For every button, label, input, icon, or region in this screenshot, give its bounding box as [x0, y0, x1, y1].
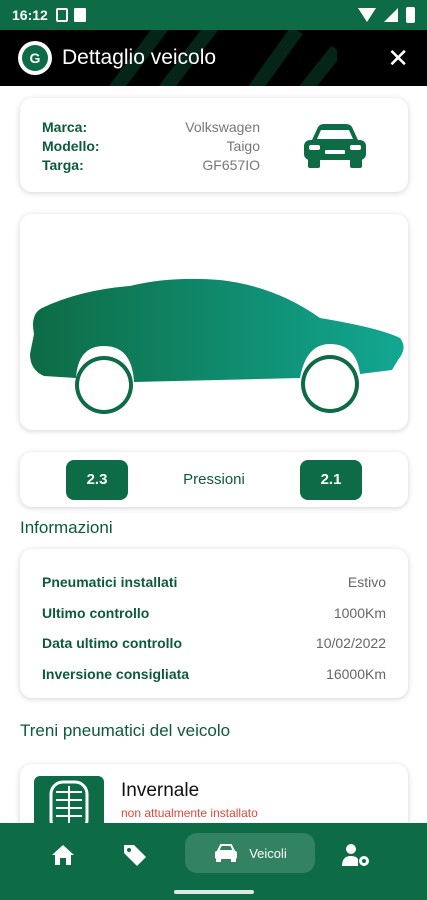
model-label: Modello:	[42, 138, 100, 154]
info-row-suggested-rotation: Inversione consigliata 16000Km	[42, 659, 386, 690]
tire-set-name: Invernale	[121, 780, 200, 801]
brand-label: Marca:	[42, 119, 88, 135]
tag-icon	[124, 845, 146, 866]
nav-account-settings[interactable]	[340, 835, 372, 875]
car-icon	[215, 844, 238, 862]
info-key: Pneumatici installati	[42, 574, 178, 591]
pressure-card: 2.3 Pressioni 2.1	[20, 452, 408, 507]
info-key: Data ultimo controllo	[42, 635, 182, 652]
vehicle-row-brand: Marca: Volkswagen	[42, 118, 260, 137]
nav-vehicles[interactable]: Veicoli	[185, 833, 315, 873]
info-value: 10/02/2022	[315, 635, 386, 652]
wifi-icon	[358, 8, 376, 22]
info-key: Inversione consigliata	[42, 665, 190, 682]
rear-pressure-badge: 2.1	[300, 459, 362, 500]
pressure-label: Pressioni	[183, 471, 245, 488]
tire-sets-section-title: Treni pneumatici del veicolo	[20, 721, 231, 740]
plate-value: GF657IO	[202, 157, 260, 173]
info-card: Pneumatici installati Estivo Ultimo cont…	[20, 549, 408, 698]
close-button[interactable]: ✕	[387, 45, 409, 71]
info-row-last-check-date: Data ultimo controllo 10/02/2022	[42, 628, 386, 659]
sd-card-icon	[73, 8, 86, 22]
car-front-icon	[304, 124, 366, 168]
app-logo: G	[18, 41, 52, 75]
page-title: Dettaglio veicolo	[62, 46, 217, 69]
nav-offers[interactable]	[120, 835, 150, 875]
status-time: 16:12	[12, 7, 48, 23]
vehicle-image-card	[20, 214, 408, 430]
logo-letter: G	[22, 45, 48, 71]
info-key: Ultimo controllo	[42, 604, 150, 621]
bottom-navigation: Veicoli	[0, 823, 427, 900]
shield-icon	[55, 8, 68, 22]
car-silhouette-image	[30, 278, 404, 414]
model-value: Taigo	[226, 138, 260, 154]
vehicle-row-model: Modello: Taigo	[42, 137, 260, 156]
info-row-last-check: Ultimo controllo 1000Km	[42, 598, 386, 629]
plate-label: Targa:	[42, 157, 84, 173]
info-value: 16000Km	[326, 665, 386, 682]
status-bar: 16:12	[0, 0, 427, 30]
info-value: 1000Km	[333, 604, 386, 621]
info-value: Estivo	[347, 574, 386, 591]
front-pressure-badge: 2.3	[66, 459, 128, 500]
home-icon	[52, 845, 74, 865]
nav-vehicles-label: Veicoli	[249, 845, 287, 861]
info-section-title: Informazioni	[20, 518, 113, 537]
vehicle-summary-card: Marca: Volkswagen Modello: Taigo Targa: …	[20, 98, 408, 192]
info-row-installed: Pneumatici installati Estivo	[42, 567, 386, 598]
battery-icon	[406, 7, 415, 23]
tire-set-status: non attualmente installato	[121, 806, 258, 820]
brand-value: Volkswagen	[185, 119, 260, 135]
user-settings-icon	[342, 844, 369, 866]
gesture-bar[interactable]	[174, 890, 254, 894]
nav-home[interactable]	[48, 835, 78, 875]
vehicle-row-plate: Targa: GF657IO	[42, 156, 260, 175]
app-header: G Dettaglio veicolo ✕	[0, 30, 427, 86]
signal-icon	[384, 8, 398, 22]
